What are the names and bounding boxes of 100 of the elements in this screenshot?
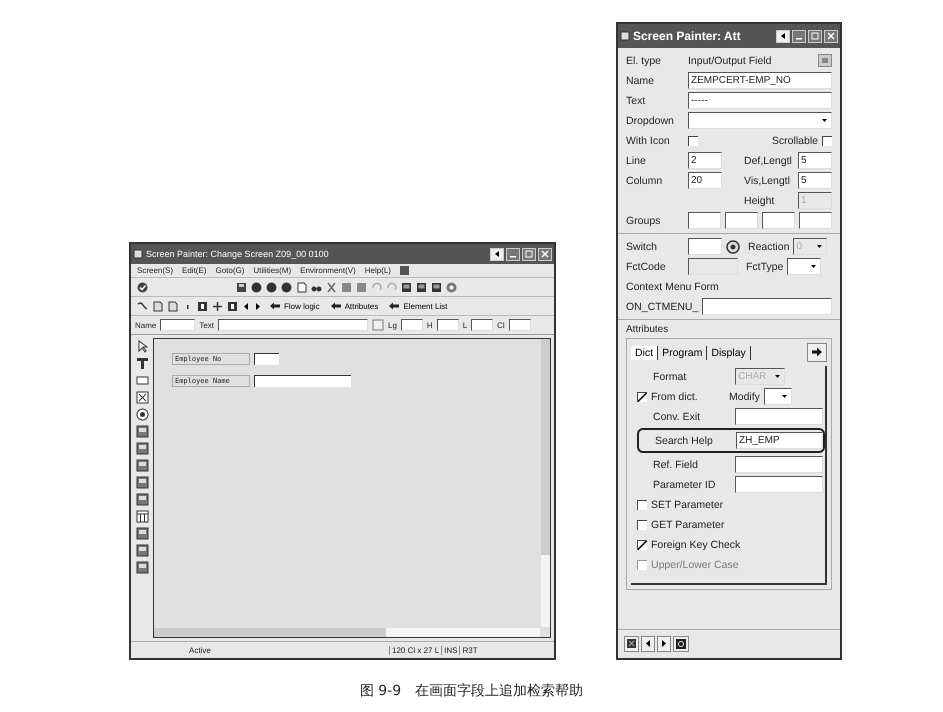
input-field[interactable] xyxy=(735,476,823,493)
input-field[interactable] xyxy=(218,319,368,331)
input-field[interactable]: ZEMPCERT-EMP_NO xyxy=(688,72,832,89)
square-icon[interactable] xyxy=(416,282,427,292)
input-field[interactable]: ZH_EMP xyxy=(736,432,823,449)
minimize-button[interactable] xyxy=(792,30,806,42)
square-icon[interactable] xyxy=(136,442,148,455)
square-icon[interactable] xyxy=(401,282,412,292)
maximize-button[interactable] xyxy=(808,30,822,42)
circle-icon[interactable] xyxy=(251,282,262,292)
menu-item[interactable]: Screen(S) xyxy=(137,266,174,275)
input-icon[interactable] xyxy=(136,374,148,387)
cross-icon[interactable] xyxy=(212,300,223,312)
horizontal-scrollbar[interactable] xyxy=(154,628,540,637)
radio-icon[interactable] xyxy=(136,408,148,421)
input-field[interactable]: 5 xyxy=(798,172,832,189)
arrow-button[interactable] xyxy=(490,248,504,260)
input-field[interactable] xyxy=(400,319,423,331)
dropdown-field[interactable] xyxy=(787,258,822,275)
checkbox[interactable] xyxy=(637,520,647,530)
page-icon[interactable] xyxy=(167,300,178,312)
checkbox[interactable] xyxy=(637,500,647,510)
field-label: Name xyxy=(626,74,656,86)
menu-item[interactable]: Help(L) xyxy=(364,266,391,275)
square-icon[interactable] xyxy=(136,527,148,540)
vertical-scrollbar[interactable] xyxy=(541,339,550,627)
input-field[interactable]: ----- xyxy=(688,92,832,109)
input-field[interactable] xyxy=(735,456,823,473)
tab[interactable]: Dict xyxy=(631,346,658,360)
dropdown-field[interactable] xyxy=(764,388,792,405)
help-icon[interactable] xyxy=(446,282,457,292)
input-field[interactable] xyxy=(688,238,722,255)
menu-item[interactable]: Goto(G) xyxy=(215,266,244,275)
help-button[interactable] xyxy=(673,636,689,652)
target-icon[interactable] xyxy=(726,240,740,254)
close-button[interactable] xyxy=(538,248,552,260)
tab[interactable]: Program xyxy=(658,346,708,360)
wave-icon[interactable] xyxy=(137,300,148,312)
maximize-button[interactable] xyxy=(522,248,536,260)
pointer-icon[interactable] xyxy=(136,340,148,353)
menu-item[interactable]: Environment(V) xyxy=(300,266,356,275)
input-field[interactable] xyxy=(254,375,351,387)
checkbox[interactable] xyxy=(637,540,647,550)
input-field[interactable] xyxy=(735,408,823,425)
exit-button[interactable] xyxy=(624,636,639,652)
arrow-button[interactable] xyxy=(807,343,827,362)
input-field[interactable] xyxy=(436,319,459,331)
help-icon xyxy=(676,639,686,649)
checkbox-icon[interactable] xyxy=(136,391,148,404)
input-field[interactable] xyxy=(688,212,721,229)
circle-icon[interactable] xyxy=(266,282,277,292)
square-icon[interactable] xyxy=(431,282,442,292)
square-icon[interactable] xyxy=(136,493,148,506)
next-icon[interactable] xyxy=(254,300,262,312)
tab[interactable]: Display xyxy=(707,346,751,360)
input-field[interactable] xyxy=(160,319,196,331)
navigation-button[interactable]: Attributes xyxy=(326,302,382,310)
page-icon[interactable] xyxy=(152,300,163,312)
square-icon[interactable] xyxy=(136,459,148,472)
square-icon[interactable] xyxy=(136,476,148,489)
field-label: Conv. Exit xyxy=(653,410,702,422)
dropdown-field[interactable] xyxy=(688,112,832,129)
input-field[interactable] xyxy=(762,212,795,229)
previous-button[interactable] xyxy=(641,636,655,652)
save-icon[interactable] xyxy=(236,282,247,292)
menu-item[interactable]: Utilities(M) xyxy=(253,266,292,275)
checkbox[interactable] xyxy=(688,136,698,146)
scissors-icon[interactable] xyxy=(326,282,337,292)
navigation-button[interactable]: Flow logic xyxy=(266,302,323,310)
page-icon[interactable] xyxy=(296,282,307,292)
square-icon[interactable] xyxy=(136,425,148,438)
input-field[interactable] xyxy=(471,319,494,331)
input-field[interactable]: 5 xyxy=(798,152,832,169)
checkbox[interactable] xyxy=(637,392,647,402)
menu-item[interactable]: Edit(E) xyxy=(182,266,206,275)
figure-caption: 在画面字段上追加检索帮助 xyxy=(415,682,584,700)
minimize-button[interactable] xyxy=(506,248,520,260)
table-icon[interactable] xyxy=(136,510,148,523)
checkbox[interactable] xyxy=(822,136,832,146)
square-icon[interactable] xyxy=(136,561,148,574)
input-field[interactable] xyxy=(725,212,758,229)
input-field[interactable] xyxy=(702,298,832,315)
next-button[interactable] xyxy=(657,636,671,652)
square-icon[interactable] xyxy=(197,300,208,312)
check-icon[interactable] xyxy=(137,282,148,292)
input-field[interactable] xyxy=(688,258,738,275)
dictionary-icon[interactable] xyxy=(372,319,384,331)
input-field[interactable] xyxy=(508,319,531,331)
text-icon[interactable] xyxy=(136,357,148,370)
circle-icon[interactable] xyxy=(281,282,292,292)
close-button[interactable] xyxy=(824,30,838,42)
square-icon[interactable] xyxy=(136,544,148,557)
input-field[interactable]: 2 xyxy=(688,152,722,169)
square-icon[interactable] xyxy=(227,300,238,312)
input-field[interactable] xyxy=(254,353,279,365)
arrow-button[interactable] xyxy=(776,30,790,42)
previous-icon[interactable] xyxy=(242,300,250,312)
input-field[interactable] xyxy=(799,212,832,229)
input-field[interactable]: 20 xyxy=(688,172,722,189)
navigation-button[interactable]: Element List xyxy=(385,302,450,310)
